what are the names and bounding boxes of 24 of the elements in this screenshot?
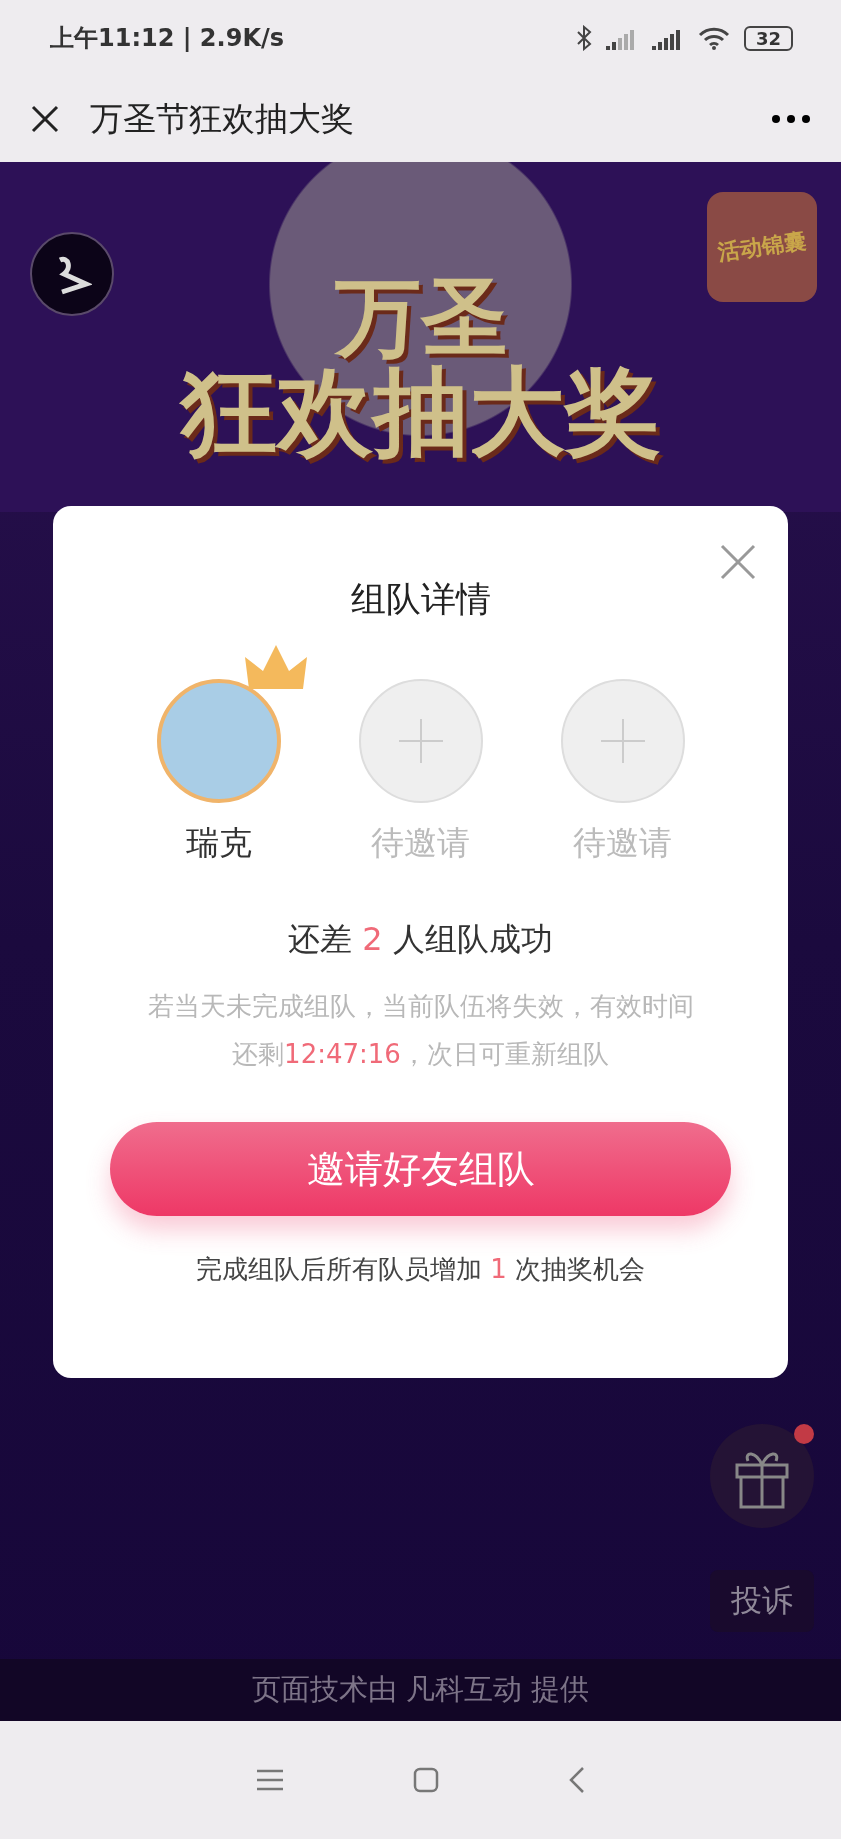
back-icon[interactable] bbox=[568, 1766, 585, 1794]
close-icon[interactable] bbox=[30, 104, 60, 134]
footer-text: 页面技术由 凡科互动 提供 bbox=[0, 1659, 841, 1721]
dialog-title: 组队详情 bbox=[350, 578, 491, 621]
menu-icon[interactable] bbox=[256, 1769, 283, 1791]
gift-badge[interactable]: 活动锦囊 bbox=[707, 192, 817, 302]
more-icon[interactable] bbox=[771, 114, 811, 124]
home-icon[interactable] bbox=[412, 1767, 439, 1793]
member-name: 瑞克 bbox=[185, 822, 252, 864]
invite-button[interactable]: 邀请好友组队 bbox=[110, 1122, 731, 1216]
banner-title: 万圣 bbox=[334, 272, 507, 363]
expiry-notice: 若当天未完成组队，当前队伍将失效，有效时间还剩12:47:16，次日可重新组队 bbox=[146, 990, 695, 1071]
battery-indicator: 32 bbox=[743, 25, 793, 51]
complaint-button[interactable]: 投诉 bbox=[710, 1570, 814, 1632]
plus-icon bbox=[398, 719, 443, 763]
member-name: 待邀请 bbox=[371, 822, 470, 864]
team-status: 还差 2 人组队成功 bbox=[288, 919, 553, 960]
reward-note: 完成组队后所有队员增加 1 次抽奖机会 bbox=[196, 1253, 645, 1286]
plus-icon bbox=[600, 719, 645, 763]
wifi-icon bbox=[697, 26, 730, 50]
status-time: 上午11:12 | 2.9K/s bbox=[50, 23, 285, 54]
member-name: 待邀请 bbox=[573, 822, 672, 864]
bluetooth-icon bbox=[575, 25, 592, 51]
page-title: 万圣节狂欢抽大奖 bbox=[90, 97, 355, 140]
